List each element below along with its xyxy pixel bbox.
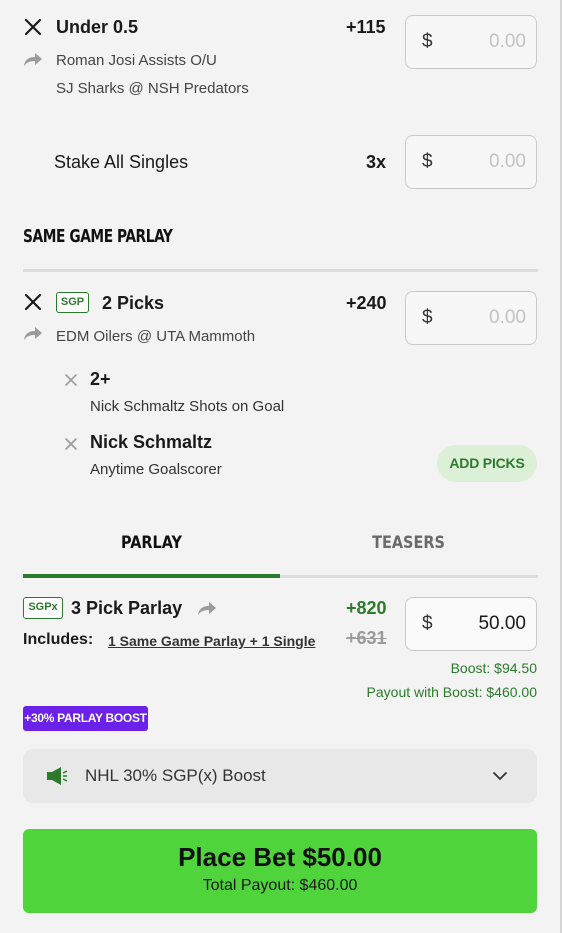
- boost-label: NHL 30% SGP(x) Boost: [85, 766, 266, 785]
- boost-dropdown[interactable]: NHL 30% SGP(x) Boost: [23, 749, 537, 803]
- add-picks-button[interactable]: ADD PICKS: [437, 445, 537, 482]
- remove-leg-icon[interactable]: [64, 373, 78, 387]
- sgp-badge: SGP: [56, 292, 89, 313]
- single-stake-input[interactable]: $ 0.00: [405, 15, 537, 69]
- sgp-picks-title: 2 Picks: [102, 293, 165, 313]
- parlay-boosted-odds: +820: [346, 598, 387, 618]
- single-selection-title: Under 0.5: [56, 17, 139, 37]
- close-icon[interactable]: [24, 18, 42, 36]
- currency-symbol: $: [422, 31, 433, 52]
- remove-leg-icon[interactable]: [64, 437, 78, 451]
- close-icon[interactable]: [24, 293, 42, 311]
- stake-value: 50.00: [478, 613, 526, 634]
- tab-label: PARLAY: [120, 533, 183, 553]
- section-title-sgp: SAME GAME PARLAY: [23, 226, 173, 247]
- sgp-game: EDM Oilers @ UTA Mammoth: [56, 328, 256, 345]
- total-payout: Total Payout: $460.00: [202, 877, 358, 894]
- share-arrow-icon[interactable]: [23, 51, 43, 67]
- parlay-original-odds: +631: [346, 628, 387, 648]
- chevron-down-icon: [493, 772, 507, 781]
- parlay-boost-badge: +30% PARLAY BOOST: [23, 706, 148, 731]
- tab-label: TEASERS: [372, 533, 445, 553]
- leg-title: Nick Schmaltz: [90, 432, 213, 452]
- tab-teasers[interactable]: TEASERS: [280, 528, 537, 578]
- sgpx-badge: SGPx: [23, 597, 63, 619]
- share-arrow-icon[interactable]: [197, 600, 217, 616]
- stake-placeholder: 0.00: [489, 151, 526, 172]
- stake-all-multiplier: 3x: [366, 152, 387, 172]
- place-bet-label: Place Bet $50.00: [178, 842, 382, 872]
- divider: [23, 269, 538, 272]
- payout-with-boost: Payout with Boost: $460.00: [366, 684, 537, 700]
- leg-title: 2+: [90, 369, 111, 389]
- currency-symbol: $: [422, 307, 433, 328]
- includes-label: Includes:: [23, 631, 94, 648]
- tab-parlay[interactable]: PARLAY: [23, 528, 280, 578]
- single-market: Roman Josi Assists O/U: [56, 52, 217, 69]
- tab-active-indicator: [23, 574, 280, 578]
- leg-market: Nick Schmaltz Shots on Goal: [90, 398, 285, 415]
- sgp-stake-input[interactable]: $ 0.00: [405, 291, 537, 345]
- share-arrow-icon[interactable]: [23, 325, 43, 341]
- leg-market: Anytime Goalscorer: [90, 461, 222, 478]
- boost-amount: Boost: $94.50: [450, 660, 537, 676]
- stake-all-label: Stake All Singles: [54, 152, 189, 172]
- currency-symbol: $: [422, 151, 433, 172]
- stake-placeholder: 0.00: [489, 307, 526, 328]
- stake-placeholder: 0.00: [489, 31, 526, 52]
- includes-link[interactable]: 1 Same Game Parlay + 1 Single: [108, 633, 315, 649]
- parlay-stake-input[interactable]: $ 50.00: [405, 597, 537, 651]
- parlay-title: 3 Pick Parlay: [71, 598, 183, 618]
- stake-all-input[interactable]: $ 0.00: [405, 135, 537, 189]
- single-game: SJ Sharks @ NSH Predators: [56, 80, 249, 97]
- sgp-odds: +240: [346, 293, 387, 313]
- place-bet-button[interactable]: Place Bet $50.00 Total Payout: $460.00: [23, 829, 537, 913]
- currency-symbol: $: [422, 613, 433, 634]
- megaphone-icon: [47, 767, 68, 785]
- single-odds: +115: [346, 17, 386, 37]
